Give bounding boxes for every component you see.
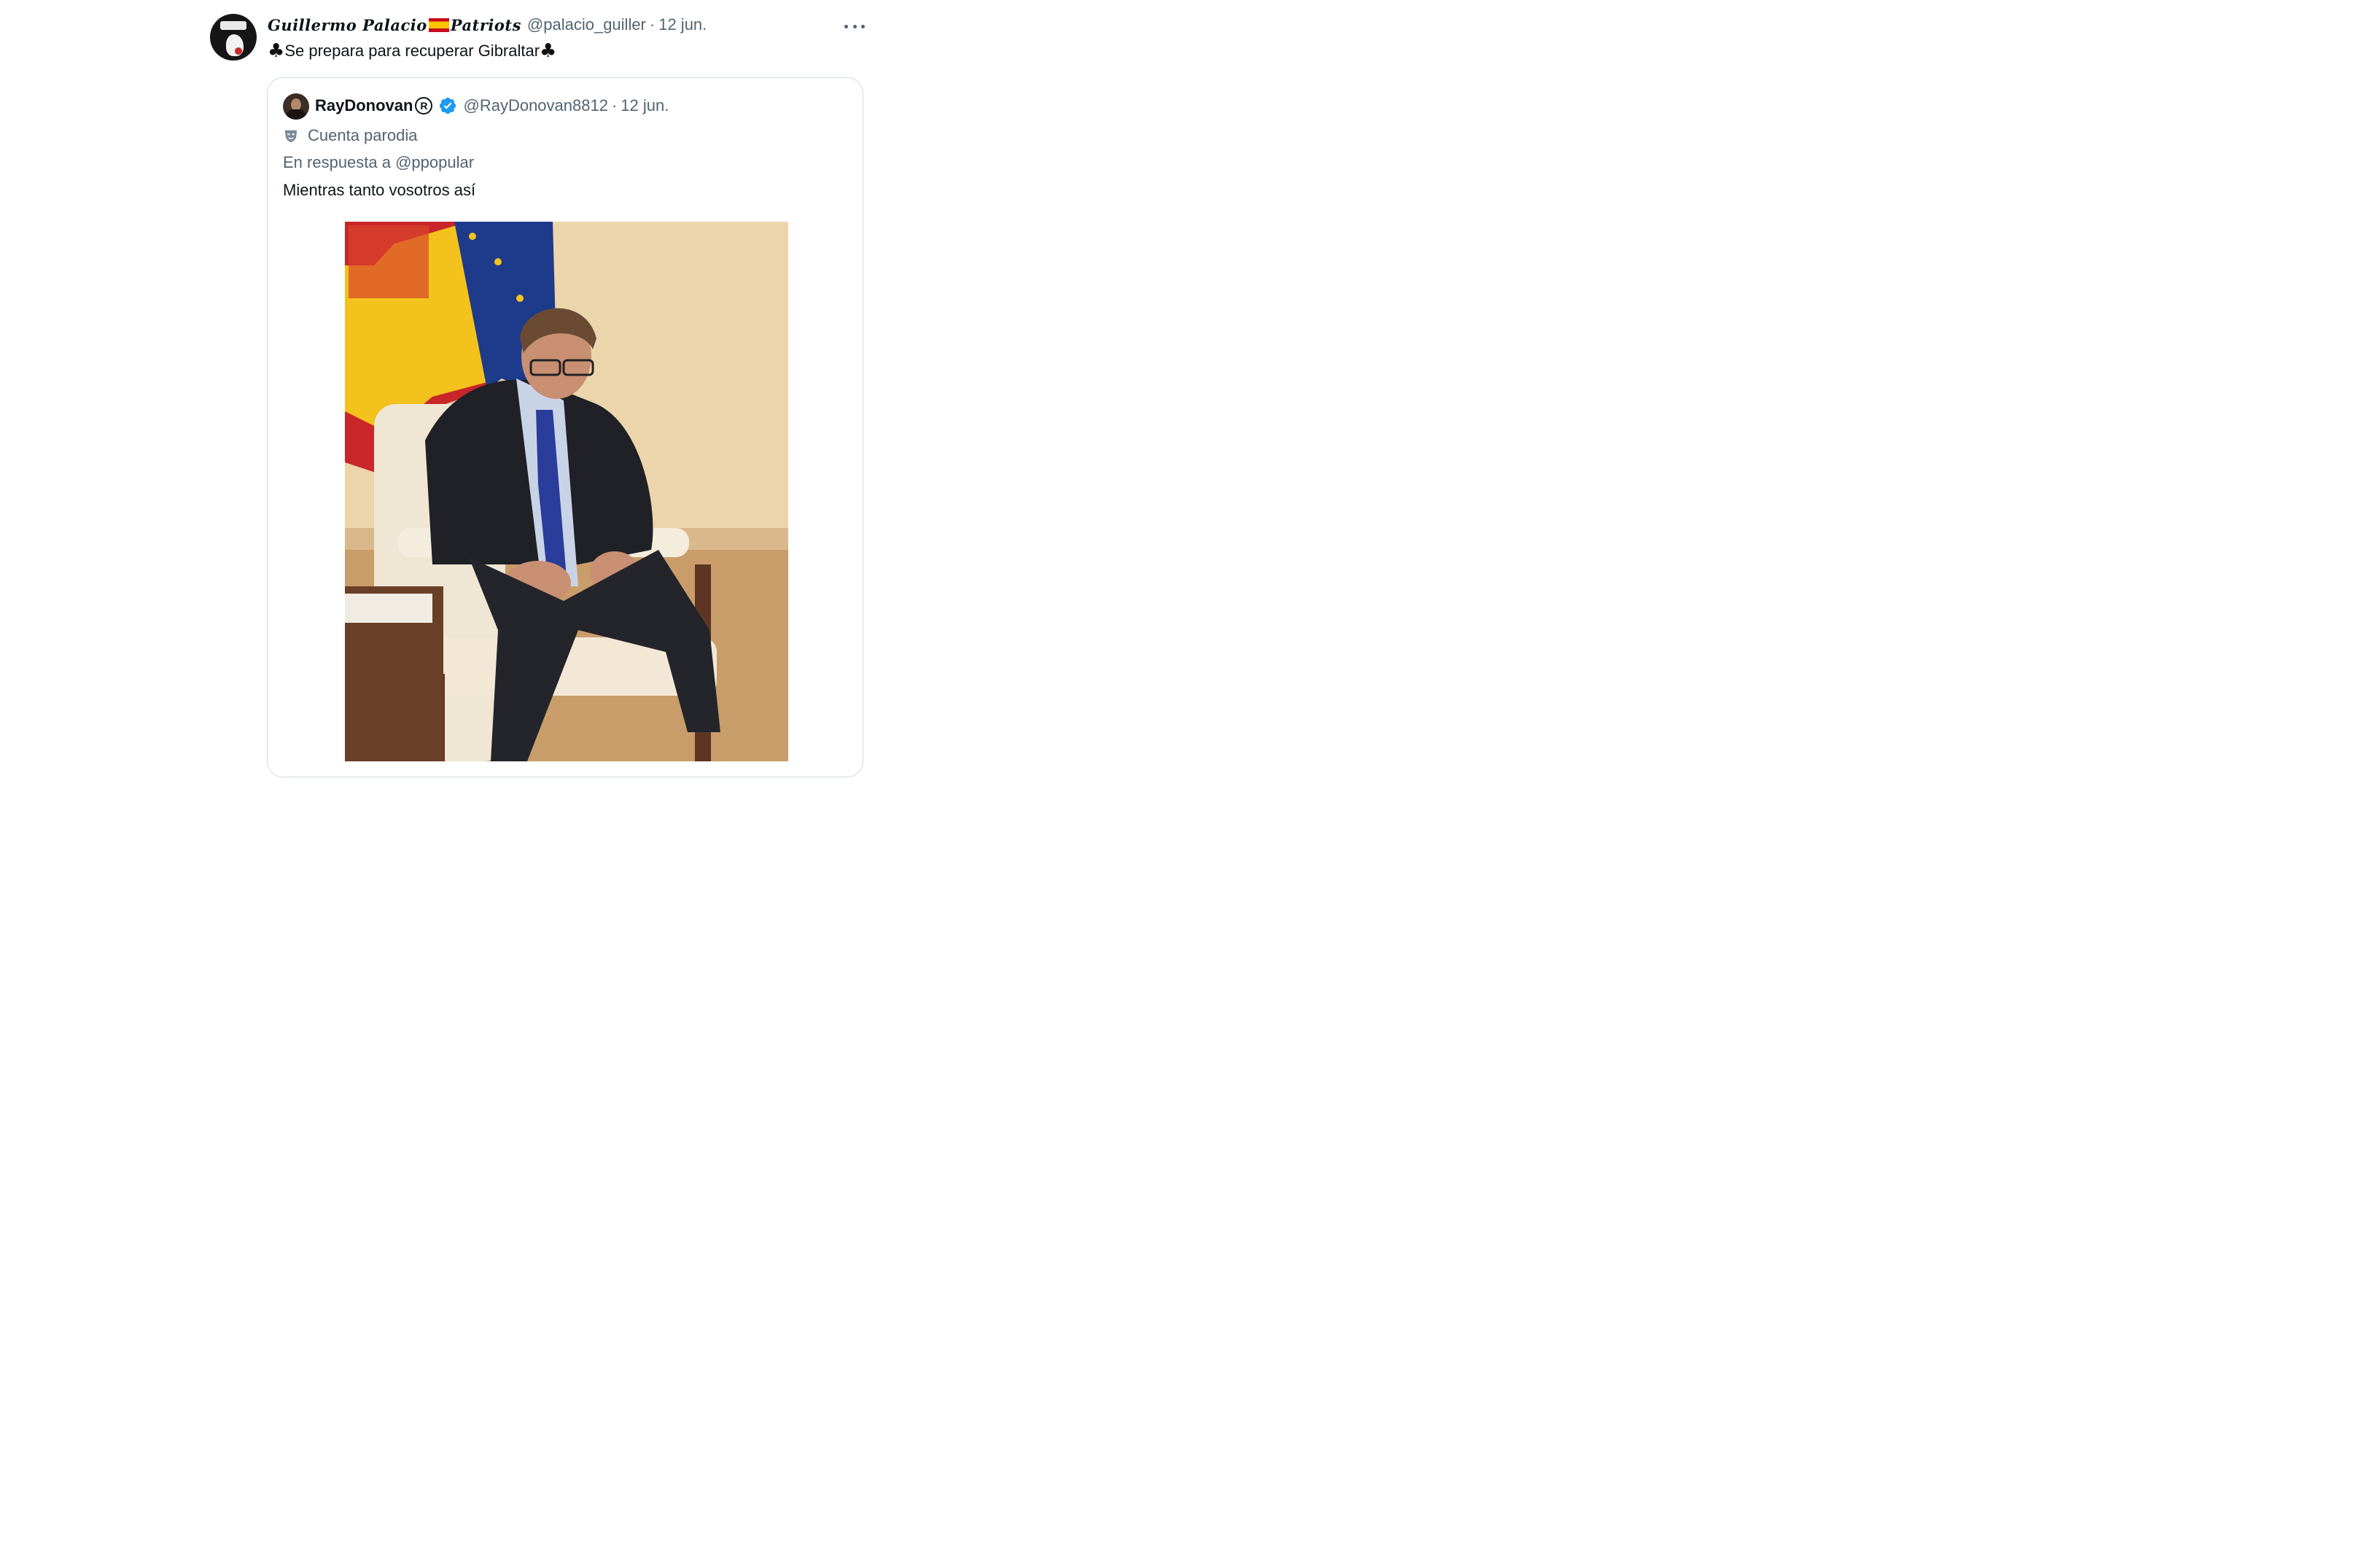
avatar-body <box>287 109 306 120</box>
quoted-tweet-photo[interactable] <box>345 222 788 761</box>
separator-dot: · <box>611 96 618 114</box>
parody-label: Cuenta parodia <box>308 126 418 144</box>
separator-dot: · <box>649 15 656 34</box>
parody-label-row: Cuenta parodia <box>283 125 417 147</box>
display-name[interactable]: Guillermo Palacio <box>268 16 427 34</box>
tweet-text: ♣ Se prepara para recuperar Gibraltar ♣ <box>268 40 556 62</box>
registered-mark-icon: R <box>415 97 433 114</box>
display-name-suffix[interactable]: Patriots <box>451 16 521 34</box>
quoted-tweet-text: Mientras tanto vosotros así <box>283 181 476 199</box>
club-suit-icon: ♣ <box>540 40 557 62</box>
club-suit-icon: ♣ <box>268 40 285 62</box>
quoted-tweet-card[interactable]: RayDonovan R @RayDonovan8812 · 12 jun. C… <box>267 77 863 777</box>
quoted-tweet-date[interactable]: 12 jun. <box>621 96 669 115</box>
spain-flag-icon <box>428 18 449 32</box>
verified-badge-icon <box>440 97 456 114</box>
user-avatar[interactable] <box>210 14 257 61</box>
tweet-date[interactable]: 12 jun. <box>658 15 707 34</box>
quoted-user-avatar[interactable] <box>283 93 309 120</box>
avatar-badge <box>220 21 246 30</box>
avatar-dot <box>235 47 242 55</box>
reply-context: En respuesta a @ppopular <box>283 153 475 171</box>
quoted-tweet-header: RayDonovan R @RayDonovan8812 · 12 jun. <box>315 95 669 117</box>
tweet-header: Guillermo Palacio Patriots @palacio_guil… <box>268 15 707 35</box>
tweet-article[interactable]: Guillermo Palacio Patriots @palacio_guil… <box>0 0 1138 777</box>
mask-icon <box>284 130 298 143</box>
photo <box>345 222 788 761</box>
user-handle[interactable]: @palacio_guiller <box>527 15 646 34</box>
quoted-display-name[interactable]: RayDonovan <box>315 96 413 115</box>
tweet-text-body: Se prepara para recuperar Gibraltar <box>284 42 540 60</box>
quoted-user-handle[interactable]: @RayDonovan8812 <box>463 96 607 115</box>
more-options-icon[interactable] <box>844 18 865 35</box>
